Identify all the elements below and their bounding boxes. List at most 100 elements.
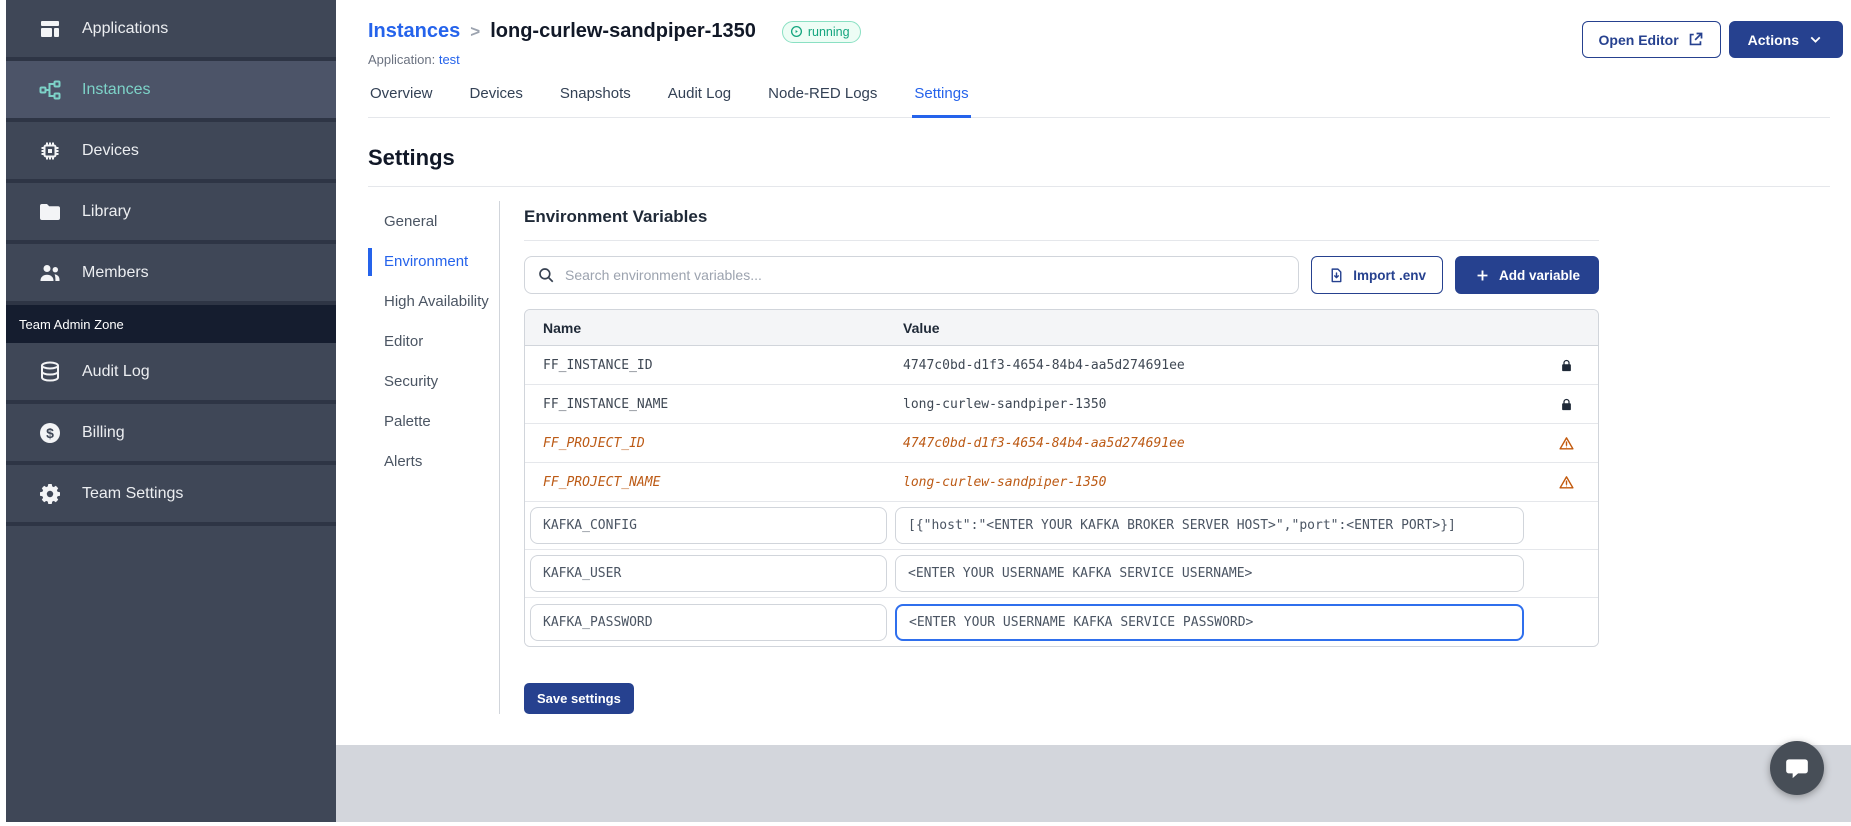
chat-launcher[interactable] <box>1770 741 1824 795</box>
save-settings-button[interactable]: Save settings <box>524 683 634 714</box>
search-icon <box>537 266 555 284</box>
users-icon <box>38 261 62 285</box>
tab-snapshots[interactable]: Snapshots <box>558 81 633 118</box>
sidebar-item-devices[interactable]: Devices <box>6 122 336 183</box>
application-link[interactable]: test <box>439 52 460 67</box>
subnav-general[interactable]: General <box>368 202 499 242</box>
sidebar-item-label: Devices <box>82 141 139 159</box>
tab-devices[interactable]: Devices <box>468 81 525 118</box>
breadcrumb-separator: > <box>470 21 481 41</box>
status-badge: running <box>781 20 861 43</box>
search-box <box>524 256 1300 294</box>
env-var-name: FF_PROJECT_ID <box>543 435 645 451</box>
lock-icon <box>1559 397 1574 412</box>
actions-label: Actions <box>1747 31 1799 48</box>
tab-overview[interactable]: Overview <box>368 81 435 118</box>
subnav-palette[interactable]: Palette <box>368 402 499 442</box>
table-row-editable <box>525 598 1598 646</box>
play-circle-icon <box>790 25 803 38</box>
settings-body: General Environment High Availability Ed… <box>368 201 1851 714</box>
document-download-icon <box>1328 267 1345 284</box>
sidebar-item-label: Members <box>82 263 149 281</box>
env-var-name-input[interactable] <box>530 603 887 641</box>
application-label: Application: <box>368 52 436 67</box>
env-var-value-input[interactable] <box>895 507 1524 544</box>
env-variables-table: Name Value FF_INSTANCE_ID 4747c0bd-d1f3-… <box>524 309 1599 647</box>
search-input[interactable] <box>565 267 1287 283</box>
subnav-editor[interactable]: Editor <box>368 322 499 362</box>
sidebar-item-instances[interactable]: Instances <box>6 61 336 122</box>
sidebar-item-label: Library <box>82 202 131 220</box>
environment-section: Environment Variables Import .env <box>500 201 1599 714</box>
delete-variable-button[interactable] <box>1564 524 1568 528</box>
instance-header: Instances > long-curlew-sandpiper-1350 r… <box>336 0 1851 67</box>
footer-band <box>336 745 1851 822</box>
sidebar-item-library[interactable]: Library <box>6 183 336 244</box>
sidebar-item-label: Billing <box>82 423 125 441</box>
actions-button[interactable]: Actions <box>1728 21 1843 58</box>
chat-bubble-icon <box>1784 755 1810 781</box>
page-title: Settings <box>368 145 455 170</box>
sidebar-item-label: Applications <box>82 19 169 37</box>
env-controls: Import .env Add variable <box>524 256 1599 294</box>
svg-text:$: $ <box>46 425 54 441</box>
team-admin-zone-header: Team Admin Zone <box>6 305 336 343</box>
sidebar-item-team-settings[interactable]: Team Settings <box>6 465 336 526</box>
tab-node-red-logs[interactable]: Node-RED Logs <box>766 81 879 118</box>
delete-variable-button[interactable] <box>1564 572 1568 576</box>
chip-icon <box>38 139 62 163</box>
table-row-deprecated: FF_PROJECT_ID 4747c0bd-d1f3-4654-84b4-aa… <box>525 424 1598 463</box>
sidebar-item-billing[interactable]: $ Billing <box>6 404 336 465</box>
open-editor-button[interactable]: Open Editor <box>1581 21 1721 58</box>
main-content: Instances > long-curlew-sandpiper-1350 r… <box>336 0 1851 826</box>
add-variable-label: Add variable <box>1498 267 1580 283</box>
sidebar-item-label: Audit Log <box>82 362 150 380</box>
env-var-name: FF_INSTANCE_NAME <box>543 396 669 412</box>
add-variable-button[interactable]: Add variable <box>1454 256 1599 294</box>
delete-variable-button[interactable] <box>1564 620 1568 624</box>
env-var-name-input[interactable] <box>530 555 887 592</box>
dollar-icon: $ <box>38 421 62 445</box>
sidebar-item-label: Instances <box>82 80 151 98</box>
sidebar-item-audit-log[interactable]: Audit Log <box>6 343 336 404</box>
breadcrumb-instances-link[interactable]: Instances <box>368 20 460 43</box>
subnav-high-availability[interactable]: High Availability <box>368 282 499 322</box>
header-actions: Open Editor Actions <box>1581 21 1843 58</box>
import-env-button[interactable]: Import .env <box>1311 256 1443 294</box>
gear-icon <box>38 482 62 506</box>
env-var-name-input[interactable] <box>530 507 887 544</box>
page: Applications Instances Devices Library M… <box>0 0 1851 826</box>
team-admin-zone-label: Team Admin Zone <box>19 316 124 332</box>
subnav-alerts[interactable]: Alerts <box>368 442 499 482</box>
table-header: Name Value <box>525 310 1598 346</box>
instances-icon <box>38 78 62 102</box>
chevron-down-icon <box>1807 31 1824 48</box>
subnav-security[interactable]: Security <box>368 362 499 402</box>
env-var-value-input-focused[interactable] <box>895 603 1524 641</box>
table-row: FF_INSTANCE_NAME long-curlew-sandpiper-1… <box>525 385 1598 424</box>
settings-subnav: General Environment High Availability Ed… <box>368 201 500 714</box>
import-env-label: Import .env <box>1353 267 1426 283</box>
env-var-name: FF_PROJECT_NAME <box>543 474 661 490</box>
sidebar-item-label: Team Settings <box>82 484 184 502</box>
tab-audit-log[interactable]: Audit Log <box>666 81 733 118</box>
sidebar-item-applications[interactable]: Applications <box>6 0 336 61</box>
sidebar-item-members[interactable]: Members <box>6 244 336 305</box>
warning-icon <box>1558 474 1575 491</box>
plus-icon <box>1474 267 1491 284</box>
instance-name: long-curlew-sandpiper-1350 <box>490 20 756 42</box>
env-var-value-input[interactable] <box>895 555 1524 592</box>
open-editor-label: Open Editor <box>1598 31 1679 48</box>
subnav-environment[interactable]: Environment <box>368 242 499 282</box>
table-row-deprecated: FF_PROJECT_NAME long-curlew-sandpiper-13… <box>525 463 1598 502</box>
applications-icon <box>38 17 62 41</box>
table-row-editable <box>525 550 1598 598</box>
external-link-icon <box>1687 31 1704 48</box>
instance-tabs: Overview Devices Snapshots Audit Log Nod… <box>368 81 1830 118</box>
column-header-value: Value <box>903 319 940 336</box>
env-var-name: FF_INSTANCE_ID <box>543 357 653 373</box>
table-row-editable <box>525 502 1598 550</box>
status-label: running <box>807 24 850 39</box>
tab-settings[interactable]: Settings <box>912 81 971 118</box>
env-var-value: 4747c0bd-d1f3-4654-84b4-aa5d274691ee <box>903 435 1185 451</box>
